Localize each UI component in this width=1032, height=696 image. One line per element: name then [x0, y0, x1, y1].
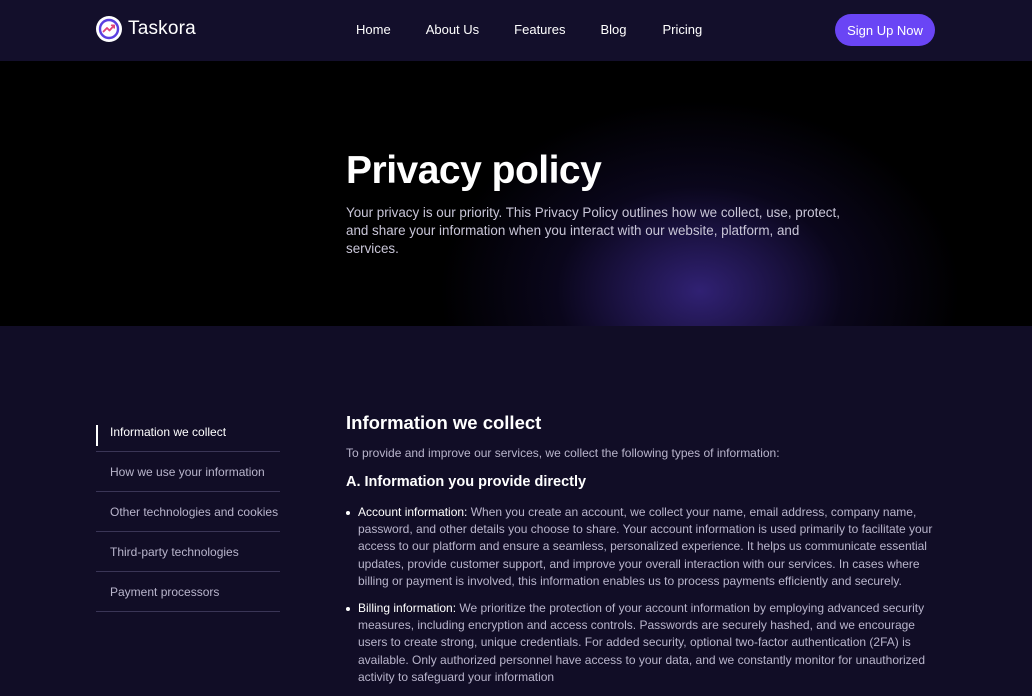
section-heading: Information we collect — [346, 412, 542, 433]
toc-item-label: How we use your information — [110, 464, 265, 479]
sign-up-button[interactable]: Sign Up Now — [835, 14, 935, 46]
toc-item-how-we-use[interactable]: How we use your information — [96, 452, 280, 492]
toc-item-third-party[interactable]: Third-party technologies — [96, 532, 280, 572]
hero-banner: Privacy policy Your privacy is our prior… — [0, 61, 1032, 326]
chart-ring-icon — [96, 16, 122, 42]
nav-link-home[interactable]: Home — [356, 22, 391, 37]
top-navbar: Taskora Home About Us Features Blog Pric… — [0, 0, 1032, 61]
section-subheading: A. Information you provide directly — [346, 474, 587, 490]
toc-item-other-technologies[interactable]: Other technologies and cookies — [96, 492, 280, 532]
toc-item-information-we-collect[interactable]: Information we collect — [96, 425, 280, 452]
brand-name: Taskora — [128, 18, 196, 39]
nav-link-blog[interactable]: Blog — [600, 22, 626, 37]
bullet-list: Account information: When you create an … — [346, 504, 941, 686]
bullet-term: Billing information: — [358, 601, 457, 616]
nav-link-pricing[interactable]: Pricing — [663, 22, 703, 37]
policy-content: Information we collect To provide and im… — [346, 412, 941, 696]
toc-item-label: Payment processors — [110, 584, 220, 599]
toc-item-payment-processors[interactable]: Payment processors — [96, 572, 280, 612]
section-intro: To provide and improve our services, we … — [346, 446, 780, 460]
nav-link-features[interactable]: Features — [514, 22, 565, 37]
nav-links: Home About Us Features Blog Pricing — [356, 22, 702, 37]
page-subtitle: Your privacy is our priority. This Priva… — [346, 205, 840, 256]
toc-item-label: Information we collect — [110, 425, 227, 439]
nav-link-about-us[interactable]: About Us — [426, 22, 479, 37]
toc-item-label: Other technologies and cookies — [110, 504, 279, 519]
page-title: Privacy policy — [346, 149, 602, 192]
list-item: Account information: When you create an … — [346, 504, 941, 590]
brand-logo[interactable]: Taskora — [96, 16, 196, 42]
toc-item-label: Third-party technologies — [110, 544, 239, 559]
list-item: Billing information: We prioritize the p… — [346, 600, 941, 686]
bullet-term: Account information: — [358, 505, 468, 519]
table-of-contents: Information we collect How we use your i… — [96, 425, 280, 612]
